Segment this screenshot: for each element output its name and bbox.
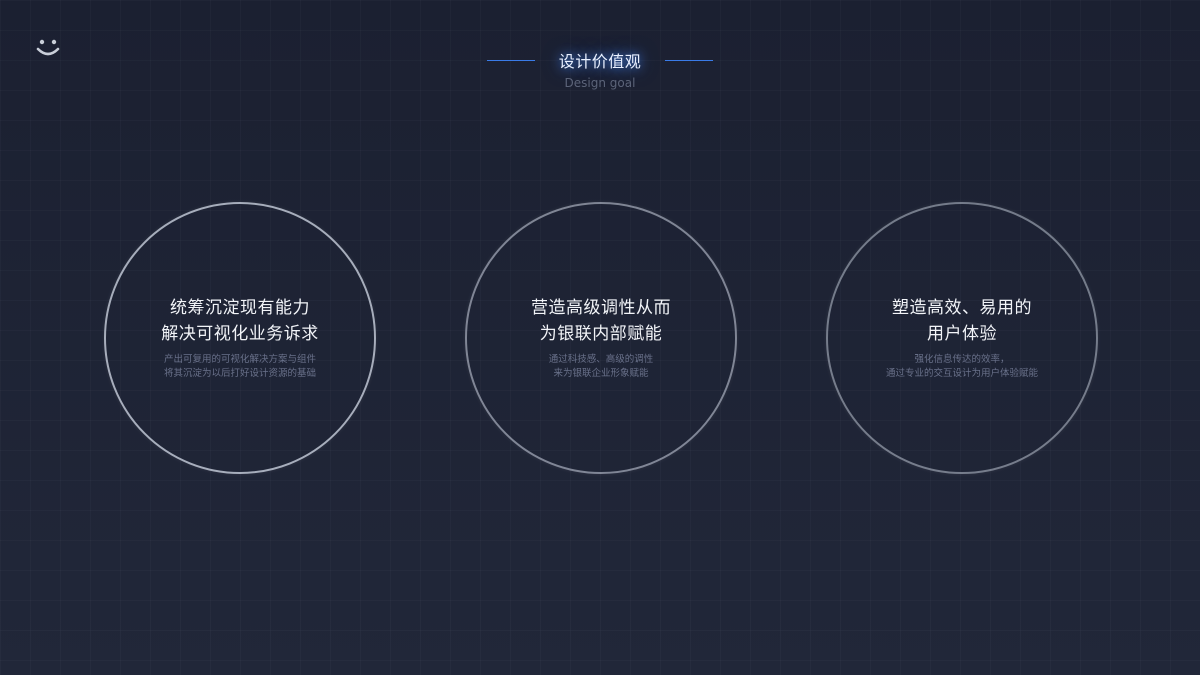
goal-heading: 塑造高效、易用的 用户体验 [892,295,1032,347]
goal-circle-tone: 营造高级调性从而 为银联内部赋能 通过科技感、高级的调性 来为银联企业形象赋能 [465,202,737,474]
goal-description-line: 来为银联企业形象赋能 [553,368,649,379]
title-line-left [486,59,535,61]
goal-heading-line: 统筹沉淀现有能力 [170,298,310,318]
goal-circles: 统筹沉淀现有能力 解决可视化业务诉求 产出可复用的可视化解决方案与组件 将其沉淀… [0,202,1200,474]
goal-heading-line: 塑造高效、易用的 [892,298,1032,318]
goal-description: 强化信息传达的效率， 通过专业的交互设计为用户体验赋能 [886,353,1038,381]
goal-heading-line: 用户体验 [927,324,997,344]
goal-heading-line: 为银联内部赋能 [539,324,663,344]
page-subtitle: Design goal [564,76,636,90]
section-header: 设计价值观 Design goal [0,46,1200,90]
goal-heading: 营造高级调性从而 为银联内部赋能 [531,295,671,347]
goal-heading-line: 营造高级调性从而 [531,298,671,318]
goal-heading-line: 解决可视化业务诉求 [161,324,319,344]
goal-description: 通过科技感、高级的调性 来为银联企业形象赋能 [549,353,654,381]
goal-circle-capability: 统筹沉淀现有能力 解决可视化业务诉求 产出可复用的可视化解决方案与组件 将其沉淀… [104,202,376,474]
goal-circle-experience: 塑造高效、易用的 用户体验 强化信息传达的效率， 通过专业的交互设计为用户体验赋… [826,202,1098,474]
goal-description-line: 通过专业的交互设计为用户体验赋能 [885,368,1038,379]
goal-heading: 统筹沉淀现有能力 解决可视化业务诉求 [161,295,319,347]
goal-description-line: 强化信息传达的效率， [914,354,1010,365]
title-row: 设计价值观 [0,46,1200,74]
page-title: 设计价值观 [558,52,642,71]
goal-description-line: 将其沉淀为以后打好设计资源的基础 [163,368,316,379]
goal-description: 产出可复用的可视化解决方案与组件 将其沉淀为以后打好设计资源的基础 [164,353,316,381]
title-line-right [665,59,714,61]
goal-description-line: 通过科技感、高级的调性 [548,354,654,365]
goal-description-line: 产出可复用的可视化解决方案与组件 [163,354,316,365]
